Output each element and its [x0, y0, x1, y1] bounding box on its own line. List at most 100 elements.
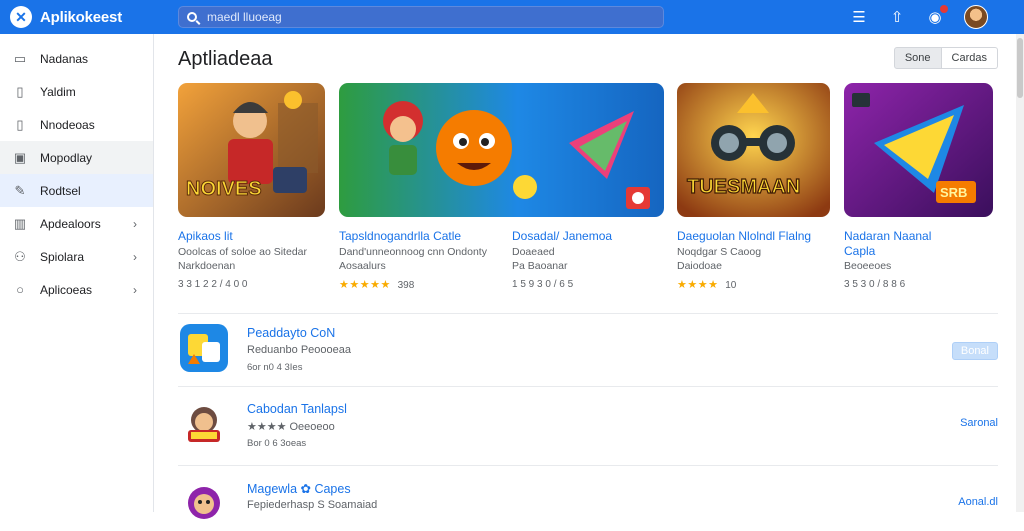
sidebar-item-label: Mopodlay [40, 150, 93, 165]
file-icon: ▯ [16, 116, 24, 132]
featured-card[interactable]: SRB Nadaran Naanal Capla Beoeeoes 3 5 3 … [844, 83, 993, 290]
app-description: Narkdoenan [178, 260, 236, 272]
featured-card[interactable]: TUESMAAN Daeguolan Nlolndl Flalng Noqdga… [677, 83, 830, 291]
app-description: Dand'unneonnoog cnn Ondonty [339, 246, 487, 258]
user-icon: ⚇ [14, 248, 26, 264]
sort-toggle: Sone Cardas [893, 47, 998, 69]
install-link[interactable]: Saronal [960, 417, 998, 429]
sidebar-item-label: Apdealoors [40, 216, 101, 231]
app-description: Beoeeoes [844, 260, 892, 272]
app-name: Tapsldnogandrlla Catle [339, 229, 462, 243]
app-description: Daiodoae [677, 260, 722, 272]
pen-icon: ✎ [14, 182, 26, 198]
app-artwork: NOIVES [178, 83, 325, 217]
svg-text:TUESMAAN: TUESMAAN [687, 176, 800, 198]
app-subtitle: ★★★★ Oeeoeoo [247, 421, 335, 433]
share-icon[interactable]: ⇧ [888, 8, 906, 26]
rating-count: 398 [397, 280, 415, 291]
app-description: Doaeaed [512, 246, 555, 258]
app-subtitle: Reduanbo Peoooeaa [247, 344, 351, 356]
monitor-icon: ▣ [13, 149, 27, 165]
chevron-right-icon: › [133, 282, 137, 297]
app-description: Noqdgar S Caoog [677, 246, 762, 258]
app-icon [180, 324, 228, 372]
sidebar-item-apdealoors[interactable]: ▥ Apdealoors › [0, 207, 153, 240]
app-name: Apikaos lit [178, 229, 233, 243]
sidebar: ▭ Nadanas ▯ Yaldim ▯ Nnodeoas ▣ Mopodlay… [0, 34, 154, 512]
divider [178, 465, 998, 466]
file-icon: ▯ [16, 83, 24, 99]
logo-icon: ✕ [10, 6, 32, 28]
top-app-bar: ✕ Aplikokeest ☰ ⇧ ◉ [0, 0, 1024, 34]
list-item[interactable]: Magewla ✿ Capes Fepiederhasp S Soamaiad … [178, 475, 998, 531]
main-content: Aptliadeaa Sone Cardas NOIVES Apikaos li… [154, 34, 1016, 527]
app-meta: 1 5 9 3 0 / 6 5 [512, 279, 574, 290]
featured-card[interactable]: NOIVES Apikaos lit Ooolcas of soloe ao S… [178, 83, 325, 290]
svg-text:SRB: SRB [940, 185, 967, 200]
app-meta: Bor 0 6 3oeas [247, 438, 307, 449]
svg-text:NOIVES: NOIVES [186, 178, 262, 200]
sidebar-item-label: Spiolara [40, 249, 85, 264]
app-name: Dosadal/ Janemoa [512, 229, 613, 243]
chevron-right-icon: › [133, 216, 137, 231]
install-button[interactable]: Bonal [951, 342, 998, 360]
notifications-icon[interactable]: ◉ [926, 5, 948, 26]
search-bar[interactable] [178, 6, 664, 28]
featured-card[interactable]: Tapsldnogandrlla Catle Dand'unneonnoog c… [339, 83, 664, 291]
star-rating: ★★★★★ [339, 279, 391, 291]
app-name: Cabodan Tanlapsl [247, 402, 347, 416]
sort-button-sone[interactable]: Sone [893, 47, 942, 69]
bookmark-icon: ▭ [13, 50, 27, 66]
sidebar-item-nadanas[interactable]: ▭ Nadanas [0, 42, 153, 75]
app-description: Pa Baoanar [512, 260, 568, 272]
sidebar-item-mopodlay[interactable]: ▣ Mopodlay [0, 141, 153, 174]
app-name: Magewla ✿ Capes [247, 482, 351, 496]
sidebar-item-nnodeoas[interactable]: ▯ Nnodeoas [0, 108, 153, 141]
sidebar-item-yaldim[interactable]: ▯ Yaldim [0, 75, 153, 108]
sidebar-item-rodtsel[interactable]: ✎ Rodtsel [0, 174, 153, 207]
scrollbar-thumb[interactable] [1017, 38, 1023, 98]
star-rating: ★★★★ [677, 279, 719, 291]
app-icon [180, 479, 228, 527]
divider [178, 313, 998, 314]
search-input[interactable] [207, 10, 637, 24]
app-subtitle: Fepiederhasp S Soamaiad [247, 499, 378, 511]
app-logo[interactable]: ✕ Aplikokeest [10, 6, 178, 28]
column-icon: ▥ [13, 215, 27, 231]
app-name: Peaddayto CoN [247, 326, 336, 340]
app-artwork [339, 83, 664, 217]
sidebar-item-aplicoeas[interactable]: ○ Aplicoeas › [0, 273, 153, 306]
grid-icon[interactable]: ☰ [850, 8, 868, 26]
chevron-right-icon: › [133, 249, 137, 264]
sort-button-cardas[interactable]: Cardas [941, 47, 998, 69]
app-description: Ooolcas of soloe ao Sitedar [178, 246, 307, 258]
app-name: Daeguolan Nlolndl Flalng [677, 229, 812, 243]
page-title: Aptliadeaa [178, 48, 273, 70]
sidebar-item-label: Nadanas [40, 51, 89, 66]
install-link[interactable]: Aonal.dl [958, 496, 998, 508]
app-artwork: SRB [844, 83, 993, 217]
sidebar-item-label: Nnodeoas [40, 117, 95, 132]
list-item[interactable]: Peaddayto CoN Reduanbo Peoooeaa 6or n0 4… [178, 320, 998, 376]
app-name: Nadaran Naanal [844, 229, 932, 243]
circle-icon: ○ [16, 282, 24, 297]
app-artwork: TUESMAAN [677, 83, 830, 217]
sidebar-item-label: Yaldim [40, 84, 76, 99]
scrollbar[interactable] [1016, 34, 1024, 512]
search-icon [187, 12, 197, 22]
app-name-line2: Capla [844, 244, 876, 258]
sidebar-item-spiolara[interactable]: ⚇ Spiolara › [0, 240, 153, 273]
rating-count: 10 [725, 280, 737, 291]
divider [178, 386, 998, 387]
app-description: Aosaalurs [339, 260, 386, 272]
notification-badge [940, 5, 948, 13]
sidebar-item-label: Rodtsel [40, 183, 81, 198]
sidebar-item-label: Aplicoeas [40, 282, 93, 297]
app-meta: 3 3 1 2 2 / 4 0 0 [178, 279, 248, 290]
avatar[interactable] [964, 5, 988, 29]
app-title: Aplikokeest [40, 8, 122, 26]
app-icon [180, 400, 228, 448]
list-item[interactable]: Cabodan Tanlapsl ★★★★ Oeeoeoo Bor 0 6 3o… [178, 396, 998, 452]
app-meta: 3 5 3 0 / 8 8 6 [844, 279, 906, 290]
app-rating: ★★★★★ 398 [339, 278, 414, 291]
